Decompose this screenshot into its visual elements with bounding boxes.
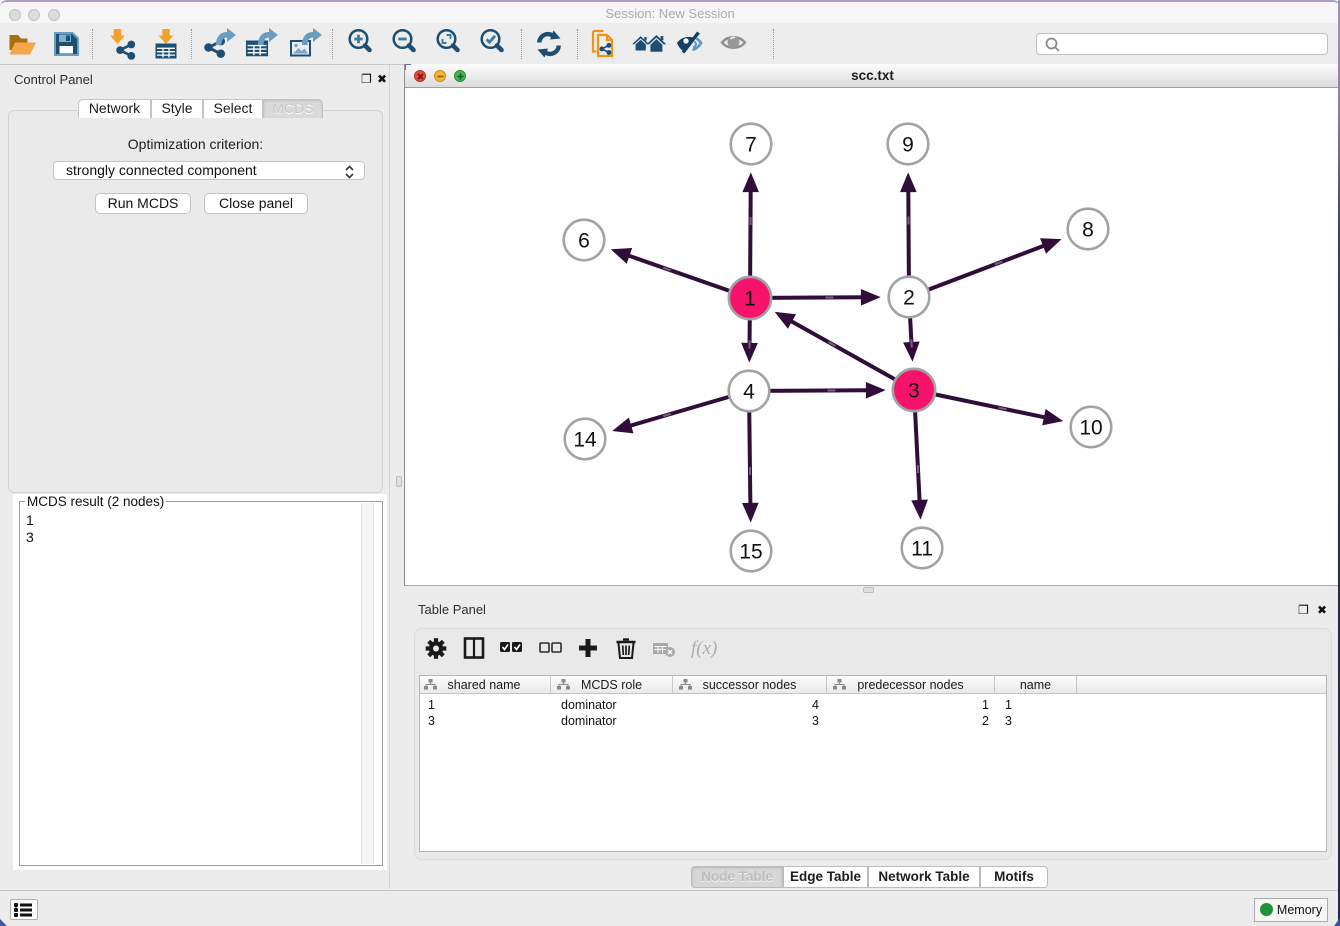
svg-text:9: 9 bbox=[902, 134, 914, 157]
svg-text:11: 11 bbox=[911, 538, 933, 561]
svg-text:6: 6 bbox=[578, 230, 590, 253]
svg-text:10: 10 bbox=[1079, 417, 1102, 440]
svg-text:7: 7 bbox=[745, 134, 757, 157]
svg-text:f(x): f(x) bbox=[691, 638, 717, 659]
svg-text:3: 3 bbox=[908, 380, 920, 403]
svg-text:1: 1 bbox=[744, 288, 756, 311]
svg-text:8: 8 bbox=[1082, 219, 1094, 242]
svg-text:2: 2 bbox=[903, 287, 915, 310]
svg-text:15: 15 bbox=[739, 541, 762, 564]
svg-text:4: 4 bbox=[743, 381, 755, 404]
svg-text:14: 14 bbox=[573, 429, 597, 452]
